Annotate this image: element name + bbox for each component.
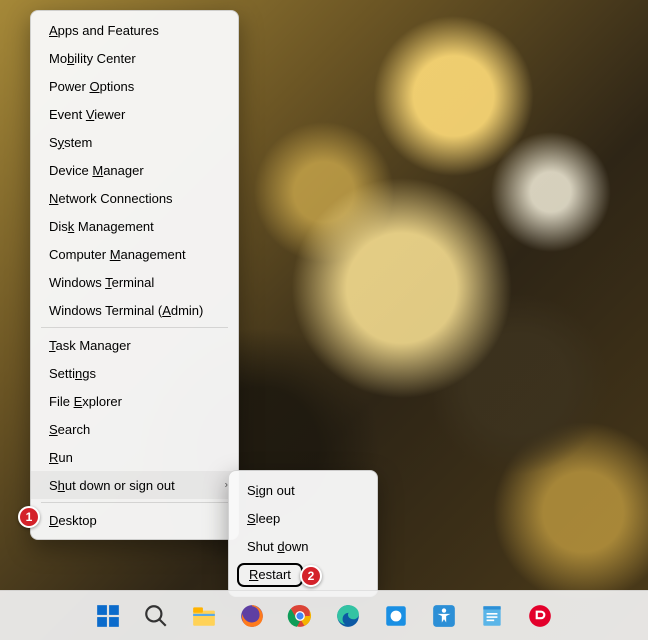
menu-item-label: Windows Terminal (Admin) [49,303,203,318]
menu-item-label: Computer Management [49,247,186,262]
menu-item-label: Disk Management [49,219,154,234]
submenu-item-sign-out[interactable]: Sign out [229,476,377,504]
access-key-underline: y [58,135,65,150]
access-key-underline: S [49,422,58,437]
menu-item-label: Power Options [49,79,134,94]
access-key-underline: h [58,478,65,493]
menu-item-label: Restart [249,567,291,582]
search-icon[interactable] [136,596,176,636]
menu-item-desktop[interactable]: Desktop [31,506,238,534]
access-key-underline: i [256,483,259,498]
red-app-icon[interactable] [520,596,560,636]
menu-item-label: Apps and Features [49,23,159,38]
access-key-underline: M [110,247,121,262]
accessibility-icon[interactable] [424,596,464,636]
menu-item-label: Settings [49,366,96,381]
menu-item-apps-and-features[interactable]: Apps and Features [31,16,238,44]
menu-item-system[interactable]: System [31,128,238,156]
menu-item-windows-terminal-admin[interactable]: Windows Terminal (Admin) [31,296,238,324]
menu-item-label: Windows Terminal [49,275,154,290]
power-user-menu: Apps and Features Mobility Center Power Op… [30,10,239,540]
access-key-underline: M [92,163,103,178]
access-key-underline: R [249,567,258,582]
start-icon[interactable] [88,596,128,636]
access-key-underline: S [247,511,256,526]
access-key-underline: b [67,51,74,66]
access-key-underline: k [68,219,75,234]
menu-item-power-options[interactable]: Power Options [31,72,238,100]
menu-item-disk-management[interactable]: Disk Management [31,212,238,240]
menu-item-label: Shut down or sign out [49,478,175,493]
access-key-underline: d [277,539,284,554]
taskbar [0,590,648,640]
access-key-underline: A [49,23,58,38]
menu-item-network-connections[interactable]: Network Connections [31,184,238,212]
access-key-underline: R [49,450,58,465]
menu-item-label: Run [49,450,73,465]
access-key-underline: A [162,303,171,318]
menu-item-label: Shut down [247,539,308,554]
access-key-underline: N [49,191,58,206]
menu-item-label: File Explorer [49,394,122,409]
menu-item-computer-management[interactable]: Computer Management [31,240,238,268]
menu-item-settings[interactable]: Settings [31,359,238,387]
menu-item-label: Desktop [49,513,97,528]
menu-item-label: Device Manager [49,163,144,178]
access-key-underline: E [74,394,83,409]
menu-separator [41,502,228,503]
menu-item-windows-terminal[interactable]: Windows Terminal [31,268,238,296]
menu-item-label: Mobility Center [49,51,136,66]
chrome-icon[interactable] [280,596,320,636]
menu-item-label: Event Viewer [49,107,125,122]
menu-item-label: System [49,135,92,150]
menu-item-label: Task Manager [49,338,131,353]
menu-item-shut-down-or-sign-out[interactable]: Shut down or sign out› [31,471,238,499]
menu-separator [41,327,228,328]
menu-item-file-explorer[interactable]: File Explorer [31,387,238,415]
access-key-underline: O [89,79,99,94]
access-key-underline: D [49,513,58,528]
submenu-item-shut-down[interactable]: Shut down [229,532,377,560]
access-key-underline: n [75,366,82,381]
menu-item-event-viewer[interactable]: Event Viewer [31,100,238,128]
file-explorer-icon[interactable] [184,596,224,636]
menu-item-label: Network Connections [49,191,173,206]
menu-item-search[interactable]: Search [31,415,238,443]
menu-item-label: Sleep [247,511,280,526]
firefox-icon[interactable] [232,596,272,636]
annotation-badge-1: 1 [18,506,40,528]
submenu-item-sleep[interactable]: Sleep [229,504,377,532]
menu-item-task-manager[interactable]: Task Manager [31,331,238,359]
annotation-badge-2: 2 [300,565,322,587]
menu-item-label: Sign out [247,483,295,498]
menu-item-run[interactable]: Run [31,443,238,471]
generic-blue-icon[interactable] [376,596,416,636]
edge-icon[interactable] [328,596,368,636]
menu-item-label: Search [49,422,90,437]
menu-item-device-manager[interactable]: Device Manager [31,156,238,184]
highlight-box: Restart [237,563,303,587]
access-key-underline: T [49,338,56,353]
access-key-underline: V [86,107,94,122]
access-key-underline: T [105,275,112,290]
menu-item-mobility-center[interactable]: Mobility Center [31,44,238,72]
notes-icon[interactable] [472,596,512,636]
